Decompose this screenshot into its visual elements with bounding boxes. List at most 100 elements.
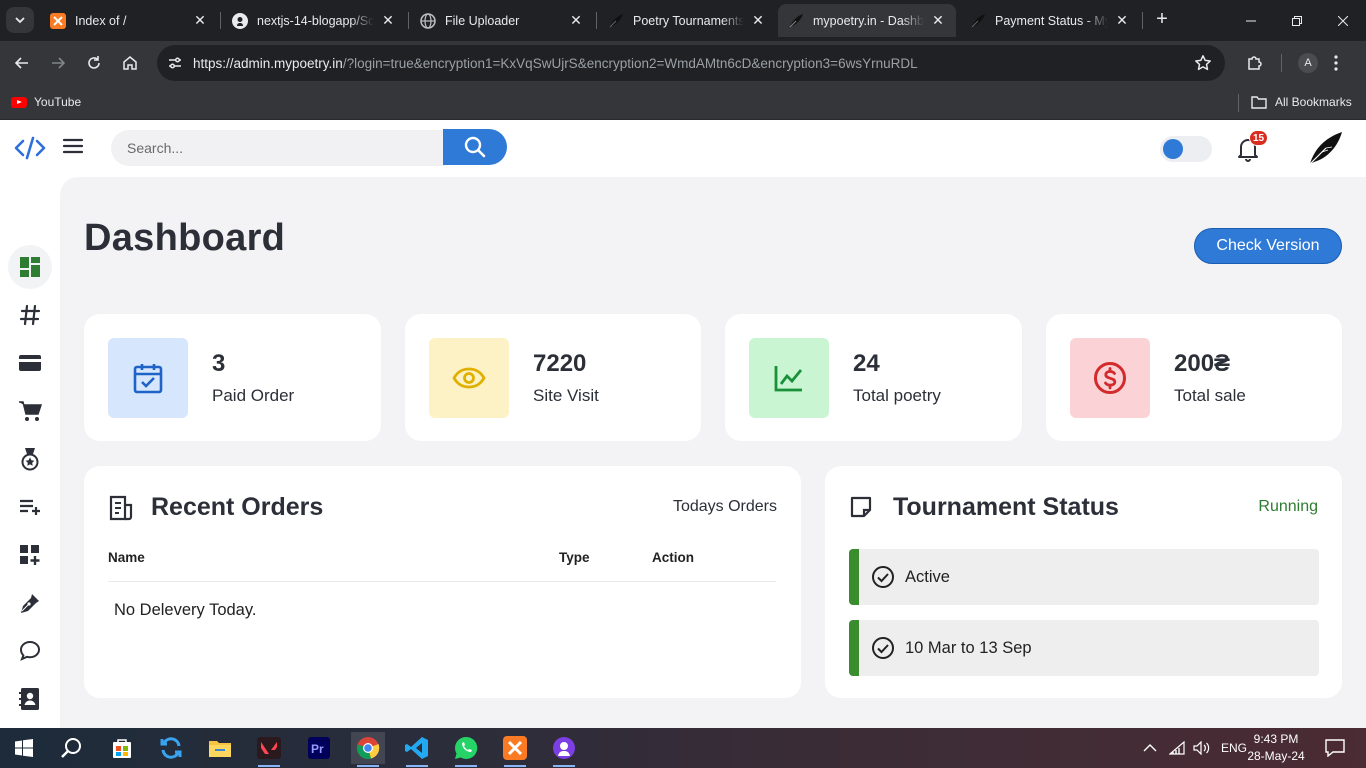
tab-title: Poetry Tournaments [633, 13, 744, 28]
sidebar-item-contacts[interactable] [8, 677, 52, 721]
sidebar-item-tournaments[interactable] [8, 437, 52, 481]
url-text[interactable]: https://admin.mypoetry.in/?login=true&en… [193, 56, 1191, 71]
back-button[interactable] [8, 49, 36, 77]
hamburger-menu-icon[interactable] [62, 137, 86, 159]
system-tray: ENG [1143, 728, 1247, 768]
search-input[interactable] [111, 130, 445, 166]
stat-card-total-poetry[interactable]: 24 Total poetry [725, 314, 1022, 441]
svg-text:Pr: Pr [311, 742, 324, 756]
sidebar-item-poets[interactable] [8, 581, 52, 625]
stat-card-paid-order[interactable]: 3 Paid Order [84, 314, 381, 441]
close-icon[interactable]: ✕ [1114, 12, 1130, 29]
clock-time: 9:43 PM [1253, 732, 1299, 746]
user-avatar-feather-icon[interactable] [1306, 130, 1344, 166]
url-path: /?login=true&encryption1=KxVqSwUjrS&encr… [342, 55, 918, 71]
extensions-button[interactable] [1241, 49, 1269, 77]
close-icon[interactable]: ✕ [750, 12, 766, 29]
browser-tab-payment-status[interactable]: Payment Status - MyP ✕ [960, 4, 1140, 37]
hash-icon [19, 304, 41, 326]
whatsapp-icon[interactable] [449, 732, 483, 767]
sync-icon[interactable] [154, 732, 188, 764]
search-button[interactable] [443, 129, 507, 165]
all-bookmarks-button[interactable]: All Bookmarks [1251, 92, 1352, 112]
language-indicator[interactable]: ENG [1221, 741, 1247, 755]
notifications-button[interactable]: 15 [1236, 130, 1269, 164]
search-icon[interactable] [55, 732, 89, 764]
browser-tab-github[interactable]: nextjs-14-blogapp/Sc ✕ [222, 4, 406, 37]
profile-avatar[interactable]: A [1298, 53, 1318, 73]
todays-orders-filter[interactable]: Todays Orders [673, 498, 777, 516]
puzzle-icon [1248, 56, 1262, 70]
tournament-date-text: 10 Mar to 13 Sep [905, 638, 1032, 657]
site-info-icon[interactable] [165, 53, 185, 73]
sidebar-item-messages[interactable] [8, 629, 52, 673]
windows-start-icon[interactable] [7, 732, 41, 764]
valorant-icon[interactable] [252, 732, 286, 767]
stat-label: Total poetry [853, 386, 941, 405]
notification-center-icon[interactable] [1318, 732, 1352, 764]
all-bookmarks-label: All Bookmarks [1275, 95, 1352, 109]
restore-icon [1292, 15, 1302, 26]
speaker-icon[interactable] [1193, 741, 1211, 755]
github-desktop-icon[interactable] [547, 732, 581, 767]
stat-label: Paid Order [212, 386, 295, 405]
browser-tab-file-uploader[interactable]: File Uploader ✕ [410, 4, 594, 37]
github-icon [232, 12, 248, 29]
forward-button[interactable] [44, 49, 72, 77]
sidebar-item-add-list[interactable] [8, 485, 52, 529]
youtube-icon [11, 96, 27, 108]
stat-value: 7220 [533, 350, 587, 377]
check-version-button[interactable]: Check Version [1194, 228, 1342, 264]
feather-icon [788, 13, 804, 29]
new-tab-button[interactable]: + [1150, 8, 1174, 32]
tab-title: File Uploader [445, 13, 520, 28]
restore-button[interactable] [1274, 0, 1320, 41]
globe-icon [420, 12, 436, 29]
tab-search-dropdown[interactable] [6, 7, 34, 33]
reload-button[interactable] [80, 49, 108, 77]
eye-icon [452, 367, 486, 389]
bookmark-star-icon[interactable] [1191, 51, 1215, 75]
sidebar-item-hashtags[interactable] [8, 293, 52, 337]
close-icon[interactable]: ✕ [192, 12, 208, 29]
theme-toggle[interactable] [1160, 136, 1212, 162]
stat-icon-box [1070, 338, 1150, 418]
chrome-icon[interactable] [351, 732, 385, 767]
address-bar[interactable]: https://admin.mypoetry.in/?login=true&en… [157, 45, 1225, 81]
close-icon[interactable]: ✕ [930, 12, 946, 29]
close-icon[interactable]: ✕ [568, 12, 584, 29]
search-icon [464, 136, 486, 158]
top-navbar: 15 [0, 120, 1366, 177]
browser-tab-poetry-tournaments[interactable]: Poetry Tournaments ✕ [598, 4, 776, 37]
vscode-icon[interactable] [400, 732, 434, 767]
chevron-up-icon[interactable] [1143, 743, 1157, 753]
close-window-button[interactable] [1320, 0, 1366, 41]
sidebar-item-payments[interactable] [8, 341, 52, 385]
sidebar-item-dashboard[interactable] [8, 245, 52, 289]
premiere-pro-icon[interactable]: Pr [302, 732, 336, 764]
browser-tab-index[interactable]: Index of / ✕ [40, 4, 218, 37]
microsoft-store-icon[interactable] [105, 732, 139, 764]
file-explorer-icon[interactable] [203, 732, 237, 764]
xampp-icon[interactable] [498, 732, 532, 767]
cart-icon [19, 401, 42, 421]
sidebar-item-widgets[interactable] [8, 533, 52, 577]
sidebar [0, 177, 60, 728]
bookmark-youtube[interactable]: YouTube [11, 92, 81, 112]
taskbar-clock[interactable]: 9:43 PM 28-May-24 [1246, 731, 1306, 765]
minimize-button[interactable] [1228, 0, 1274, 41]
bookmarks-bar: YouTube All Bookmarks [0, 85, 1366, 120]
home-button[interactable] [116, 49, 144, 77]
check-circle-icon [872, 566, 894, 588]
stat-card-total-sale[interactable]: 200₴ Total sale [1046, 314, 1342, 441]
close-icon[interactable]: ✕ [380, 12, 396, 29]
stat-card-site-visit[interactable]: 7220 Site Visit [405, 314, 701, 441]
chrome-menu-button[interactable] [1322, 49, 1350, 77]
tab-title: mypoetry.in - Dashbo [813, 13, 924, 28]
browser-tab-dashboard[interactable]: mypoetry.in - Dashbo ✕ [778, 4, 956, 37]
tournament-date-row: 10 Mar to 13 Sep [849, 620, 1319, 676]
wifi-icon[interactable] [1169, 741, 1185, 755]
sidebar-item-orders[interactable] [8, 389, 52, 433]
column-header-action: Action [652, 550, 694, 565]
code-logo-icon[interactable] [14, 134, 46, 162]
